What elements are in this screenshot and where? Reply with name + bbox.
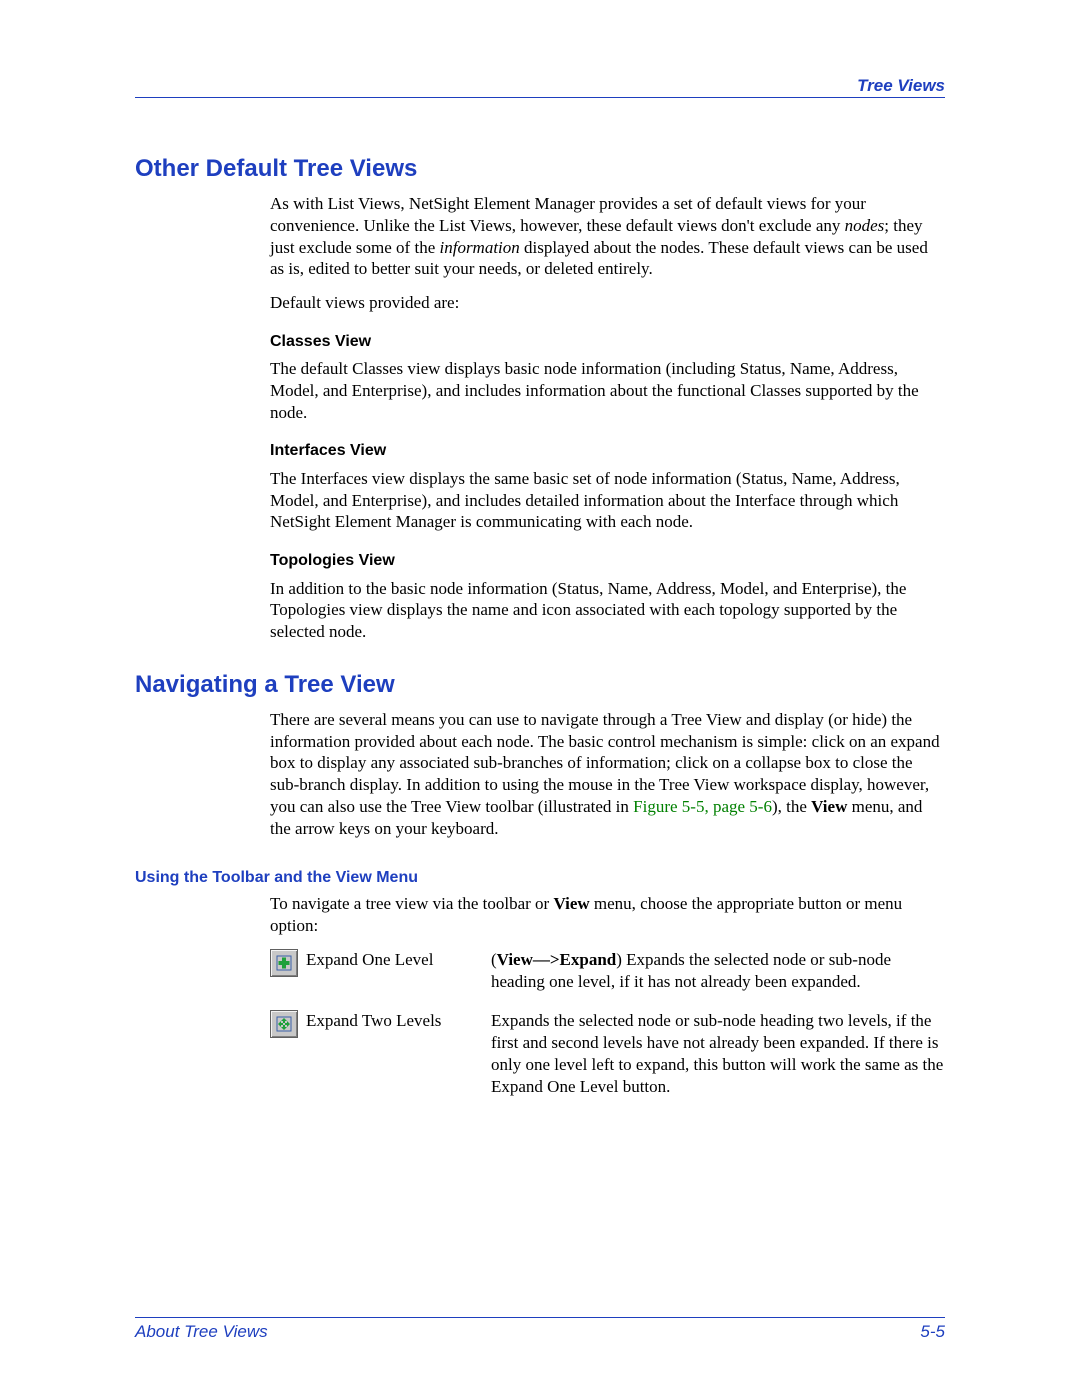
subheading-classes-view: Classes View <box>270 332 945 352</box>
cross-reference-link[interactable]: Figure 5-5, page 5-6 <box>633 797 772 816</box>
running-header: Tree Views <box>857 76 945 96</box>
text-run-bold: View <box>811 797 847 816</box>
text-run-italic: nodes <box>845 216 885 235</box>
page-number: 5-5 <box>920 1322 945 1342</box>
paragraph: The default Classes view displays basic … <box>270 358 945 423</box>
text-run: To navigate a tree view via the toolbar … <box>270 894 553 913</box>
toolbar-row: Expand Two Levels Expands the selected n… <box>270 1010 945 1097</box>
paragraph: There are several means you can use to n… <box>270 709 945 840</box>
text-run-italic: information <box>440 238 520 257</box>
toolbar-description: (View—>Expand) Expands the selected node… <box>481 949 945 993</box>
paragraph: The Interfaces view displays the same ba… <box>270 468 945 533</box>
toolbar-description: Expands the selected node or sub-node he… <box>481 1010 945 1097</box>
footer-left: About Tree Views <box>135 1322 268 1342</box>
toolbar-label: Expand One Level <box>306 949 481 971</box>
toolbar-row: Expand One Level (View—>Expand) Expands … <box>270 949 945 993</box>
text-run: As with List Views, NetSight Element Man… <box>270 194 866 235</box>
toolbar-label: Expand Two Levels <box>306 1010 481 1032</box>
subheading-topologies-view: Topologies View <box>270 551 945 571</box>
heading-navigating-a-tree-view: Navigating a Tree View <box>135 671 945 699</box>
text-run-bold: View—>Expand <box>497 950 617 969</box>
expand-two-levels-icon <box>270 1010 298 1038</box>
heading-other-default-tree-views: Other Default Tree Views <box>135 155 945 183</box>
footer: About Tree Views 5-5 <box>135 1317 945 1342</box>
text-run-bold: View <box>553 894 589 913</box>
paragraph: In addition to the basic node informatio… <box>270 578 945 643</box>
paragraph: As with List Views, NetSight Element Man… <box>270 193 945 280</box>
header-rule <box>135 97 945 98</box>
expand-one-level-icon <box>270 949 298 977</box>
paragraph: Default views provided are: <box>270 292 945 314</box>
subheading-using-toolbar: Using the Toolbar and the View Menu <box>135 869 945 887</box>
text-run: ), the <box>772 797 811 816</box>
paragraph: To navigate a tree view via the toolbar … <box>270 893 945 937</box>
subheading-interfaces-view: Interfaces View <box>270 441 945 461</box>
